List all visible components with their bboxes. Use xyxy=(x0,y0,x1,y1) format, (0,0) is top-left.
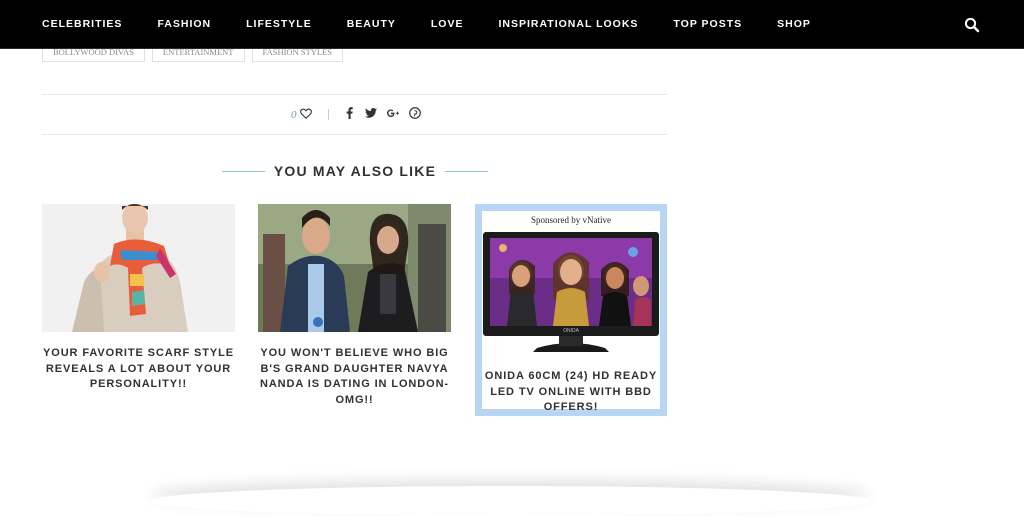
heading-line-left xyxy=(222,170,265,172)
nav-item-love[interactable]: LOVE xyxy=(431,18,464,30)
nav-item-beauty[interactable]: BEAUTY xyxy=(347,18,396,30)
bottom-shadow xyxy=(150,486,870,516)
related-card-navya: YOU WON'T BELIEVE WHO BIG B'S GRAND DAUG… xyxy=(258,204,451,408)
google-plus-icon[interactable] xyxy=(387,107,399,119)
top-navbar: CELEBRITIES FASHION LIFESTYLE BEAUTY LOV… xyxy=(0,0,1024,49)
nav-item-inspirational-looks[interactable]: INSPIRATIONAL LOOKS xyxy=(498,18,638,30)
sponsored-title[interactable]: ONIDA 60CM (24) HD READY LED TV ONLINE W… xyxy=(482,369,660,416)
heart-icon xyxy=(299,106,312,124)
like-count: 0 xyxy=(291,109,297,121)
main-nav: CELEBRITIES FASHION LIFESTYLE BEAUTY LOV… xyxy=(42,0,846,48)
share-icons xyxy=(343,107,431,119)
nav-item-top-posts[interactable]: TOP POSTS xyxy=(673,18,742,30)
sponsored-label: Sponsored by vNative xyxy=(531,215,611,225)
like-button[interactable]: 0 xyxy=(291,106,312,124)
card-thumbnail-navya[interactable] xyxy=(258,204,451,332)
card-thumbnail-scarf[interactable] xyxy=(42,204,235,332)
related-heading: YOU MAY ALSO LIKE xyxy=(222,161,488,181)
share-bar: 0 xyxy=(42,94,667,135)
sponsored-card-inner: Sponsored by vNative ONIDA ONIDA 60CM (2… xyxy=(482,211,660,413)
nav-item-fashion[interactable]: FASHION xyxy=(157,18,211,30)
heading-line-right xyxy=(445,170,488,172)
sponsored-tv-image[interactable]: ONIDA xyxy=(483,230,659,354)
nav-item-lifestyle[interactable]: LIFESTYLE xyxy=(246,18,312,30)
share-divider xyxy=(328,109,329,120)
related-card-scarf: YOUR FAVORITE SCARF STYLE REVEALS A LOT … xyxy=(42,204,235,393)
search-icon[interactable] xyxy=(964,17,980,33)
nav-item-celebrities[interactable]: CELEBRITIES xyxy=(42,18,122,30)
facebook-icon[interactable] xyxy=(343,107,355,119)
twitter-icon[interactable] xyxy=(365,107,377,119)
card-title-scarf[interactable]: YOUR FAVORITE SCARF STYLE REVEALS A LOT … xyxy=(42,346,235,393)
nav-item-shop[interactable]: SHOP xyxy=(777,18,811,30)
card-title-navya[interactable]: YOU WON'T BELIEVE WHO BIG B'S GRAND DAUG… xyxy=(258,346,451,408)
pinterest-icon[interactable] xyxy=(409,107,421,119)
sponsored-card: Sponsored by vNative ONIDA ONIDA 60CM (2… xyxy=(475,204,667,416)
section-title: YOU MAY ALSO LIKE xyxy=(273,163,437,179)
tv-brand-logo: ONIDA xyxy=(563,328,580,334)
